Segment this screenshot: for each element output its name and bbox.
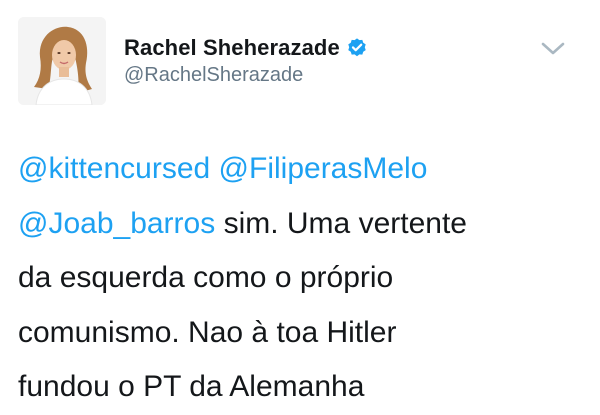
mention-link[interactable]: @kittencursed — [18, 152, 210, 185]
mention-link[interactable]: @Joab_barros — [18, 207, 215, 240]
tweet-card: Rachel Sheherazade @RachelSherazade @kit… — [0, 0, 600, 404]
verified-badge-icon — [346, 37, 368, 59]
tweet-line-4: comunismo. Nao à toa Hitler — [18, 315, 397, 349]
author-name-row: Rachel Sheherazade — [124, 33, 368, 63]
avatar-photo — [18, 17, 106, 105]
tweet-line-5: fundou o PT da Alemanha — [18, 370, 365, 403]
author-display-name[interactable]: Rachel Sheherazade — [124, 35, 340, 61]
profile-avatar[interactable] — [18, 17, 106, 105]
tweet-text: @kittencursed @FiliperasMelo @Joab_barro… — [18, 142, 588, 415]
tweet-line-1: @kittencursed @FiliperasMelo — [18, 142, 588, 197]
tweet-line-3: da esquerda como o próprio — [18, 261, 394, 294]
chevron-down-icon[interactable] — [539, 37, 567, 59]
mention-link[interactable]: @FiliperasMelo — [219, 152, 428, 185]
author-handle[interactable]: @RachelSherazade — [124, 64, 303, 87]
tweet-line-text: sim. Uma vertente — [215, 206, 467, 240]
tweet-line-2: @Joab_barros sim. Uma vertente — [18, 197, 588, 252]
